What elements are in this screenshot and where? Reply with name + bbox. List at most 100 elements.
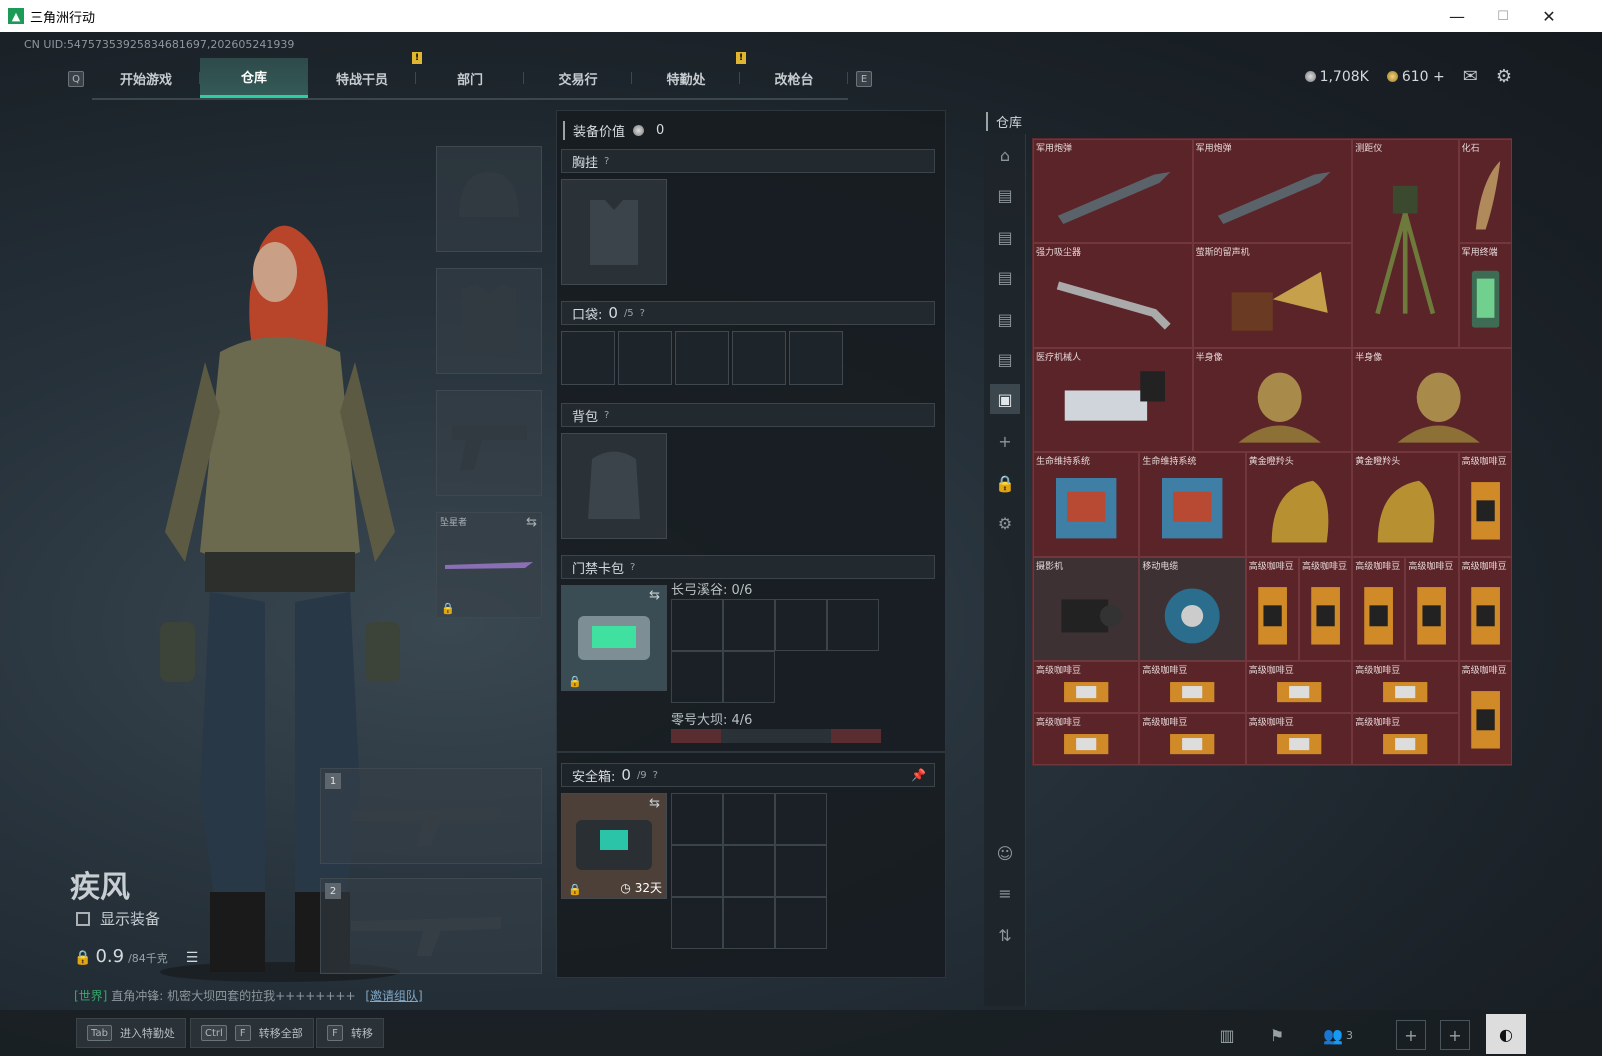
layers-icon[interactable]: ≡ bbox=[990, 878, 1020, 908]
tab-3[interactable]: 部门 bbox=[416, 58, 524, 98]
warehouse-item[interactable]: 高级咖啡豆 bbox=[1245, 556, 1299, 661]
safebox-grid-cell[interactable] bbox=[775, 793, 827, 845]
warehouse-item[interactable]: 军用终端 bbox=[1458, 243, 1512, 348]
melee-slot[interactable]: 坠星者 ⇆ 🔒 bbox=[436, 512, 542, 618]
safebox-grid-cell[interactable] bbox=[671, 897, 723, 949]
safebox-slot[interactable]: ⇆ 🔒 ◷ 32天 bbox=[561, 793, 667, 899]
nav-next-key[interactable]: E bbox=[856, 71, 872, 87]
warehouse-item[interactable]: 半身像 bbox=[1352, 347, 1512, 453]
show-equipment-toggle[interactable]: 显示装备 bbox=[76, 908, 160, 929]
add-tab-icon[interactable]: + bbox=[990, 426, 1020, 456]
chest-rig-slot[interactable] bbox=[561, 179, 667, 285]
help-icon[interactable]: ? bbox=[640, 308, 645, 319]
tab-2[interactable]: 特战干员! bbox=[308, 52, 422, 98]
pocket-slot[interactable] bbox=[561, 331, 615, 385]
safebox-grid-cell[interactable] bbox=[775, 897, 827, 949]
keycard-grid-cell[interactable] bbox=[671, 651, 723, 703]
add-currency-button[interactable]: + bbox=[1433, 69, 1445, 85]
minimize-button[interactable]: — bbox=[1434, 0, 1480, 32]
pistol-slot[interactable] bbox=[436, 390, 542, 496]
warehouse-item[interactable]: 生命维持系统 bbox=[1139, 452, 1246, 557]
tab-0[interactable]: 开始游戏 bbox=[92, 58, 200, 98]
pocket-slot[interactable] bbox=[618, 331, 672, 385]
warehouse-tab-5-icon[interactable]: ▤ bbox=[990, 344, 1020, 374]
keycard-grid-cell[interactable] bbox=[671, 599, 723, 651]
warehouse-item[interactable]: 高级咖啡豆 bbox=[1245, 661, 1353, 714]
warehouse-item[interactable]: 医疗机械人 bbox=[1033, 347, 1193, 453]
flag-icon[interactable]: ⚑ bbox=[1262, 1020, 1292, 1050]
warehouse-item[interactable]: 高级咖啡豆 bbox=[1139, 661, 1246, 714]
safebox-grid-cell[interactable] bbox=[723, 793, 775, 845]
pocket-slot[interactable] bbox=[732, 331, 786, 385]
tab-1[interactable]: 仓库 bbox=[200, 58, 308, 98]
safebox-grid-cell[interactable] bbox=[723, 845, 775, 897]
warehouse-item[interactable]: 半身像 bbox=[1192, 347, 1353, 453]
warehouse-item[interactable]: 强力吸尘器 bbox=[1033, 243, 1193, 348]
add-member-button-2[interactable]: + bbox=[1440, 1020, 1470, 1050]
armor-slot[interactable] bbox=[436, 268, 542, 374]
safebox-grid-cell[interactable] bbox=[723, 897, 775, 949]
list-icon[interactable]: ☰ bbox=[186, 950, 199, 966]
warehouse-item[interactable]: 摄影机 bbox=[1033, 556, 1140, 661]
backpack-slot[interactable] bbox=[561, 433, 667, 539]
swap-icon[interactable]: ⇆ bbox=[526, 515, 537, 530]
pin-icon[interactable]: 📌 bbox=[911, 768, 926, 782]
pocket-slot[interactable] bbox=[789, 331, 843, 385]
sort-icon[interactable]: ⇅ bbox=[990, 920, 1020, 950]
squad-button[interactable]: 👥 3 bbox=[1316, 1020, 1360, 1050]
keycard-grid-cell[interactable] bbox=[723, 651, 775, 703]
warehouse-item[interactable]: 高级咖啡豆 bbox=[1458, 556, 1512, 661]
primary-weapon-slot-2[interactable]: 2 bbox=[320, 878, 542, 974]
warehouse-item[interactable]: 高级咖啡豆 bbox=[1299, 556, 1353, 661]
warehouse-item[interactable]: 高级咖啡豆 bbox=[1352, 556, 1406, 661]
safebox-grid-cell[interactable] bbox=[775, 845, 827, 897]
warehouse-item[interactable]: 军用炮弹 bbox=[1192, 139, 1353, 244]
swap-icon[interactable]: ⇆ bbox=[649, 796, 660, 811]
lock-tab-icon[interactable]: 🔒 bbox=[990, 468, 1020, 498]
warehouse-item[interactable]: 生命维持系统 bbox=[1033, 452, 1140, 557]
warehouse-settings-icon[interactable]: ⚙ bbox=[990, 508, 1020, 538]
swap-icon[interactable]: ⇆ bbox=[649, 588, 660, 603]
tab-4[interactable]: 交易行 bbox=[524, 58, 632, 98]
warehouse-item[interactable]: 黄金瞪羚头 bbox=[1352, 452, 1459, 557]
warehouse-item[interactable]: 高级咖啡豆 bbox=[1352, 713, 1459, 766]
help-icon[interactable]: ? bbox=[653, 770, 658, 781]
warehouse-item[interactable]: 军用炮弹 bbox=[1033, 139, 1193, 244]
help-icon[interactable]: ? bbox=[630, 562, 635, 573]
warehouse-tab-1-icon[interactable]: ▤ bbox=[990, 180, 1020, 210]
warehouse-tab-3-icon[interactable]: ▤ bbox=[990, 262, 1020, 292]
nav-prev-key[interactable]: Q bbox=[68, 71, 84, 87]
warehouse-item[interactable]: 萤斯的留声机 bbox=[1192, 243, 1353, 348]
warehouse-item[interactable]: 测距仪 bbox=[1352, 139, 1459, 348]
maximize-button[interactable]: ☐ bbox=[1480, 0, 1526, 32]
warehouse-tab-6-icon[interactable]: ▣ bbox=[990, 384, 1020, 414]
pocket-slot[interactable] bbox=[675, 331, 729, 385]
transfer-all-button[interactable]: Ctrl F 转移全部 bbox=[190, 1018, 314, 1048]
keycard-grid-cell[interactable] bbox=[827, 599, 879, 651]
safebox-grid-cell[interactable] bbox=[671, 845, 723, 897]
primary-weapon-slot-1[interactable]: 1 bbox=[320, 768, 542, 864]
enter-special-ops-button[interactable]: Tab 进入特勤处 bbox=[76, 1018, 186, 1048]
warehouse-item[interactable]: 高级咖啡豆 bbox=[1245, 713, 1353, 766]
safebox-grid-cell[interactable] bbox=[671, 793, 723, 845]
player-avatar[interactable]: ◐ bbox=[1486, 1014, 1526, 1054]
warehouse-item[interactable]: 高级咖啡豆 bbox=[1139, 713, 1246, 766]
keycard-case-slot[interactable]: ⇆ 🔒 bbox=[561, 585, 667, 691]
warehouse-item[interactable]: 黄金瞪羚头 bbox=[1245, 452, 1353, 557]
warehouse-item[interactable]: 高级咖啡豆 bbox=[1458, 661, 1512, 766]
warehouse-all-icon[interactable]: ⌂ bbox=[990, 140, 1020, 170]
warehouse-item[interactable]: 高级咖啡豆 bbox=[1352, 661, 1459, 714]
stats-icon[interactable]: ▥ bbox=[1212, 1020, 1242, 1050]
warehouse-item[interactable]: 高级咖啡豆 bbox=[1405, 556, 1459, 661]
help-icon[interactable]: ? bbox=[604, 156, 609, 167]
keycard-grid-cell[interactable] bbox=[723, 599, 775, 651]
operator-icon[interactable]: ☺ bbox=[990, 838, 1020, 868]
add-member-button-1[interactable]: + bbox=[1396, 1020, 1426, 1050]
checkbox[interactable] bbox=[76, 911, 90, 926]
tab-6[interactable]: 改枪台 bbox=[740, 58, 848, 98]
help-icon[interactable]: ? bbox=[604, 410, 609, 421]
helmet-slot[interactable] bbox=[436, 146, 542, 252]
close-button[interactable]: ✕ bbox=[1526, 0, 1572, 32]
keycard-grid-cell[interactable] bbox=[775, 599, 827, 651]
warehouse-item[interactable]: 高级咖啡豆 bbox=[1033, 713, 1140, 766]
